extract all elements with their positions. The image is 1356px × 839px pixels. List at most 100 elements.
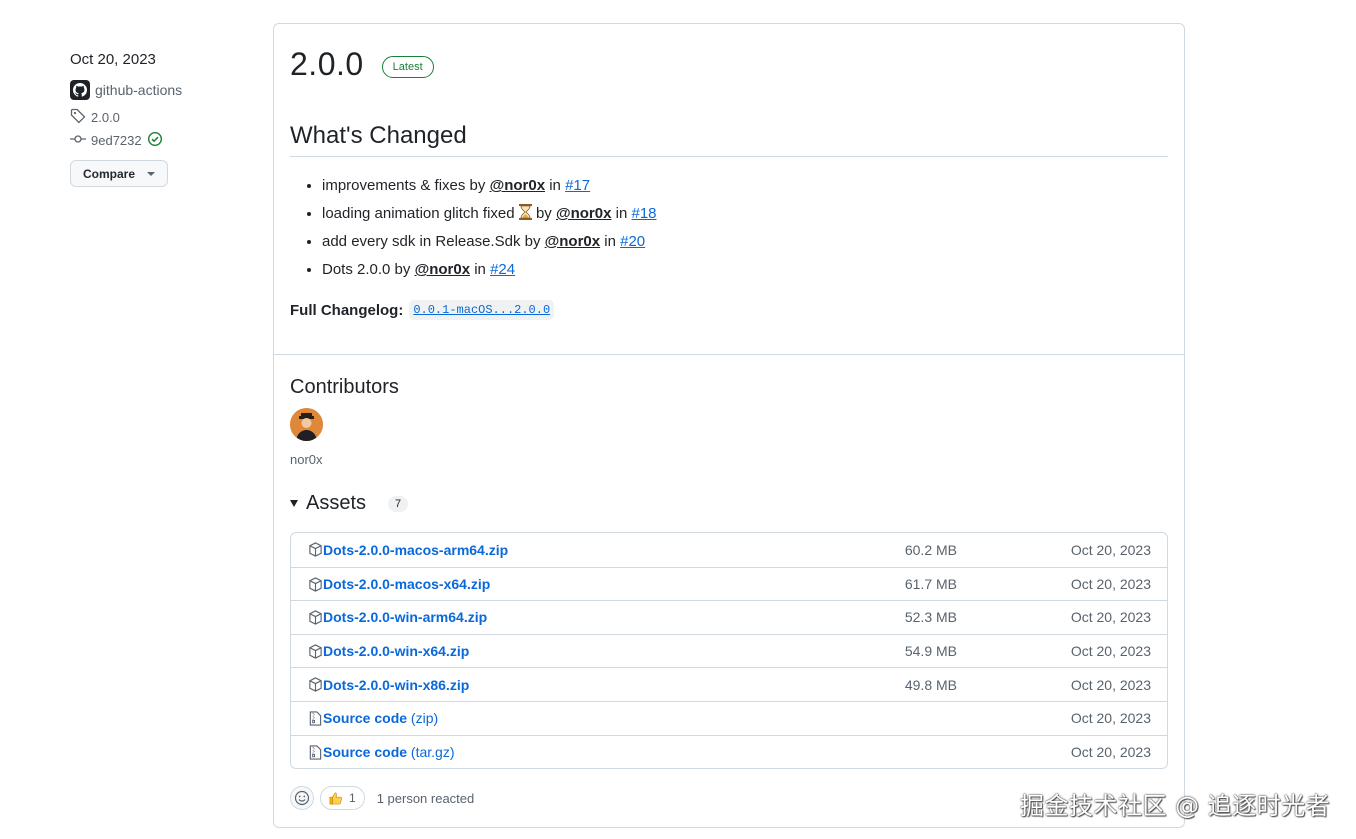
user-mention-link[interactable]: @nor0x: [545, 233, 600, 250]
asset-date: Oct 20, 2023: [1070, 710, 1151, 727]
compare-label: Compare: [83, 166, 136, 181]
reactions-bar: 1 1 person reacted: [290, 786, 474, 810]
asset-size: 54.9 MB: [904, 643, 957, 660]
asset-row: Source code (zip) Oct 20, 2023: [291, 700, 1167, 735]
release-card: 2.0.0 Latest What's Changed improvements…: [273, 23, 1185, 828]
package-icon: [308, 542, 322, 557]
user-mention-link[interactable]: @nor0x: [556, 205, 611, 222]
asset-row: Dots-2.0.0-win-x86.zip 49.8 MB Oct 20, 2…: [291, 667, 1167, 701]
change-item: improvements & fixes by @nor0x in #17: [322, 175, 657, 203]
package-icon: [308, 610, 322, 625]
chevron-down-icon: [147, 171, 156, 176]
pull-request-link[interactable]: #24: [490, 261, 515, 278]
asset-date: Oct 20, 2023: [1070, 676, 1151, 693]
asset-download-link[interactable]: Dots-2.0.0-win-arm64.zip: [323, 609, 487, 625]
asset-row: Dots-2.0.0-win-arm64.zip 52.3 MB Oct 20,…: [291, 600, 1167, 634]
full-changelog: Full Changelog: 0.0.1-macOS...2.0.0: [290, 300, 555, 320]
change-item: add every sdk in Release.Sdk by @nor0x i…: [322, 231, 657, 259]
contributor-name[interactable]: nor0x: [290, 452, 323, 467]
source-code-targz-link[interactable]: Source code (tar.gz): [323, 744, 455, 760]
whats-changed-heading: What's Changed: [290, 122, 1168, 157]
full-changelog-colon: :: [398, 301, 404, 319]
thumbs-up-reaction-button[interactable]: 1: [320, 786, 365, 810]
asset-date: Oct 20, 2023: [1070, 743, 1151, 760]
commit-sha: 9ed7232: [91, 133, 142, 148]
assets-toggle[interactable]: Assets 7: [290, 492, 409, 515]
user-mention-link[interactable]: @nor0x: [490, 177, 545, 194]
changelog-compare-link[interactable]: 0.0.1-macOS...2.0.0: [409, 300, 555, 320]
asset-name: Source code: [323, 710, 408, 727]
asset-row: Dots-2.0.0-macos-x64.zip 61.7 MB Oct 20,…: [291, 566, 1167, 601]
change-text: add every sdk in Release.Sdk by: [322, 233, 545, 250]
asset-size: 49.8 MB: [904, 676, 957, 693]
changes-list: improvements & fixes by @nor0x in #17 lo…: [322, 175, 657, 287]
thumbs-count: 1: [349, 791, 356, 805]
change-in: in: [470, 261, 491, 278]
asset-date: Oct 20, 2023: [1070, 541, 1151, 558]
pull-request-link[interactable]: #18: [631, 205, 656, 222]
section-divider: [274, 354, 1184, 355]
caret-down-icon: [290, 500, 298, 507]
assets-heading: Assets: [306, 492, 367, 514]
verified-check-icon: [147, 131, 163, 150]
release-tag[interactable]: 2.0.0: [70, 108, 250, 127]
asset-name: Dots-2.0.0-macos-arm64.zip: [323, 541, 509, 558]
assets-count: 7: [388, 495, 409, 512]
tag-name: 2.0.0: [91, 110, 120, 125]
change-text: Dots 2.0.0 by: [322, 261, 415, 278]
contributor-avatar[interactable]: [290, 408, 323, 441]
release-title[interactable]: 2.0.0: [290, 46, 364, 83]
package-icon: [308, 644, 322, 659]
change-item: loading animation glitch fixed by @nor0x…: [322, 203, 657, 231]
pull-request-link[interactable]: #20: [620, 233, 645, 250]
full-changelog-label: Full Changelog: [290, 301, 399, 319]
author-name: github-actions: [95, 82, 183, 98]
asset-name: Dots-2.0.0-macos-x64.zip: [323, 575, 491, 592]
change-text: loading animation glitch fixed: [322, 205, 519, 222]
asset-name: Dots-2.0.0-win-x64.zip: [323, 643, 470, 660]
pull-request-link[interactable]: #17: [565, 177, 590, 194]
file-zip-icon: [308, 744, 322, 760]
contributors-heading: Contributors: [290, 376, 399, 398]
user-mention-link[interactable]: @nor0x: [415, 261, 470, 278]
package-icon: [308, 677, 322, 693]
asset-size: 52.3 MB: [904, 609, 957, 626]
asset-download-link[interactable]: Dots-2.0.0-win-x64.zip: [323, 643, 469, 659]
asset-date: Oct 20, 2023: [1070, 609, 1151, 626]
change-in: in: [611, 205, 632, 222]
latest-badge: Latest: [381, 55, 434, 78]
asset-size: 61.7 MB: [904, 575, 957, 592]
asset-row: Dots-2.0.0-win-x64.zip 54.9 MB Oct 20, 2…: [291, 633, 1167, 668]
commit-icon: [70, 131, 86, 150]
release-commit[interactable]: 9ed7232: [70, 131, 250, 150]
reaction-summary: 1 person reacted: [376, 790, 475, 806]
thumbs-up-icon: [329, 792, 342, 805]
release-author[interactable]: github-actions: [70, 80, 250, 100]
change-in: in: [545, 177, 566, 194]
asset-row: Dots-2.0.0-macos-arm64.zip 60.2 MB Oct 2…: [291, 533, 1167, 567]
asset-name: Source code: [323, 743, 408, 760]
github-actions-avatar: [70, 80, 90, 100]
tag-icon: [70, 108, 86, 127]
asset-size: 60.2 MB: [904, 541, 957, 558]
change-by: by: [531, 205, 556, 222]
asset-download-link[interactable]: Dots-2.0.0-win-x86.zip: [323, 677, 469, 693]
add-reaction-button[interactable]: [290, 786, 314, 810]
package-icon: [308, 576, 322, 592]
file-zip-icon: [308, 711, 322, 726]
release-meta: Oct 20, 2023 github-actions 2.0.0 9ed723…: [70, 50, 250, 187]
change-in: in: [600, 233, 621, 250]
release-header: 2.0.0 Latest: [290, 46, 434, 83]
assets-list: Dots-2.0.0-macos-arm64.zip 60.2 MB Oct 2…: [290, 532, 1168, 770]
change-text: improvements & fixes by: [322, 177, 490, 194]
asset-download-link[interactable]: Dots-2.0.0-macos-x64.zip: [323, 576, 490, 592]
asset-name: Dots-2.0.0-win-x86.zip: [323, 676, 470, 693]
hourglass-icon: [518, 204, 532, 220]
source-code-zip-link[interactable]: Source code (zip): [323, 710, 438, 726]
asset-name: Dots-2.0.0-win-arm64.zip: [323, 609, 488, 626]
asset-download-link[interactable]: Dots-2.0.0-macos-arm64.zip: [323, 542, 508, 558]
asset-row: Source code (tar.gz) Oct 20, 2023: [291, 734, 1167, 769]
watermark: 掘金技术社区 @ 追逐时光者: [1020, 792, 1331, 820]
compare-button[interactable]: Compare: [70, 160, 169, 187]
release-date: Oct 20, 2023: [70, 51, 156, 68]
